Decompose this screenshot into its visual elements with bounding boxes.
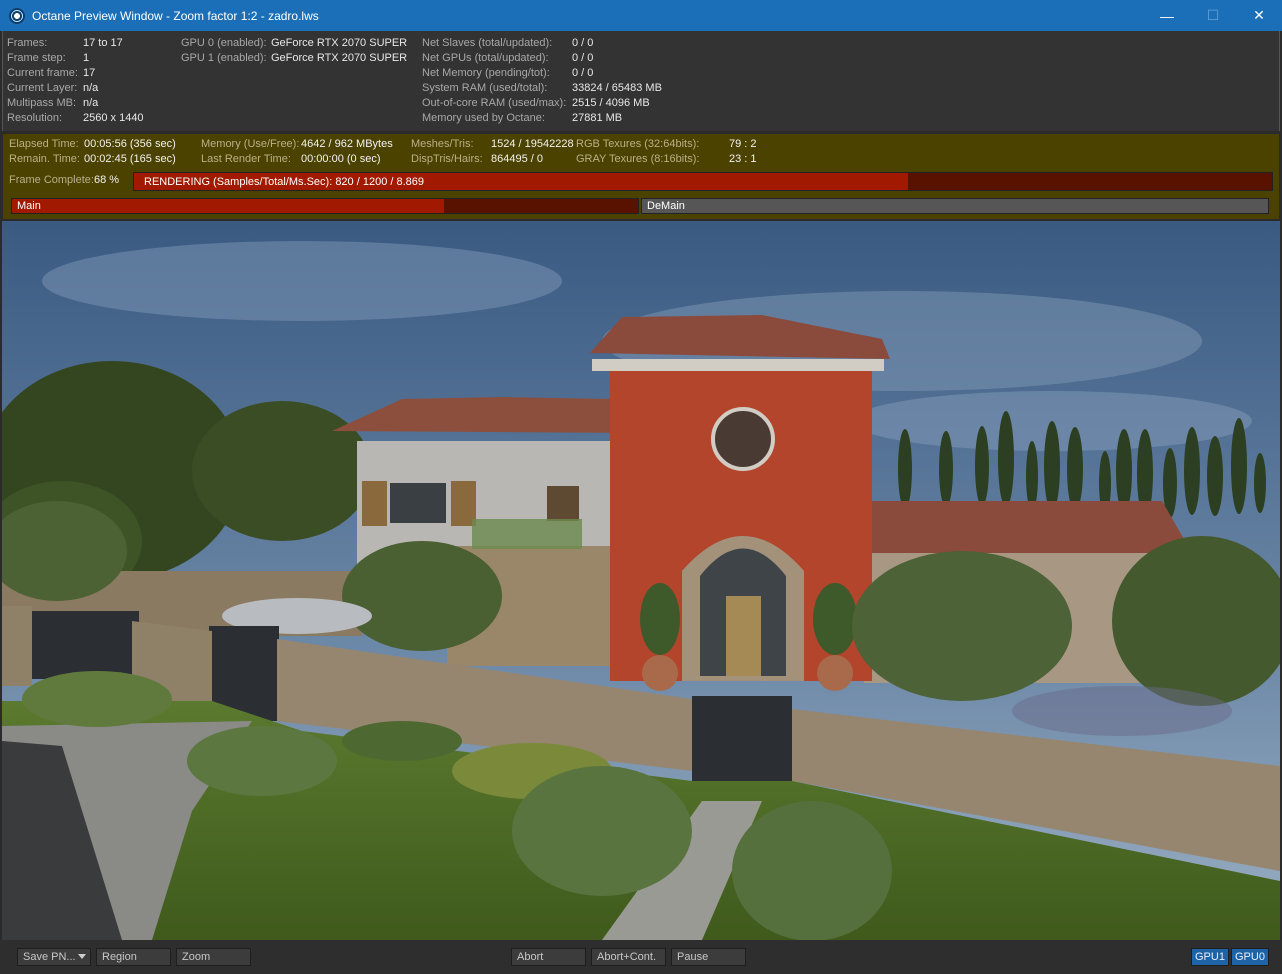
net-gpus-label: Net GPUs (total/updated): — [422, 52, 549, 64]
rgb-textures-label: RGB Texures (32:64bits): — [576, 138, 700, 150]
window-title: Octane Preview Window - Zoom factor 1:2 … — [32, 8, 319, 23]
close-button[interactable]: ✕ — [1236, 0, 1282, 31]
render-info-panel: Frames: 17 to 17 Frame step: 1 Current f… — [2, 31, 1280, 131]
frame-step-label: Frame step: — [7, 52, 66, 64]
remain-value: 00:02:45 (165 sec) — [84, 153, 176, 165]
layer-main-bar: Main — [11, 198, 639, 214]
rendering-status-text: RENDERING (Samples/Total/Ms.Sec): 820 / … — [144, 176, 425, 188]
frame-complete-value: 68 % — [94, 174, 120, 186]
render-stats-panel: Elapsed Time: 00:05:56 (356 sec) Remain.… — [2, 133, 1280, 220]
out-of-core-value: 2515 / 4096 MB — [572, 97, 650, 109]
system-ram-label: System RAM (used/total): — [422, 82, 548, 94]
region-button[interactable]: Region — [96, 948, 171, 966]
remain-label: Remain. Time: — [9, 153, 80, 165]
maximize-button[interactable]: ☐ — [1190, 0, 1236, 31]
pause-button[interactable]: Pause — [671, 948, 746, 966]
gpu0-value: GeForce RTX 2070 SUPER — [271, 37, 408, 49]
disp-tris-value: 864495 / 0 — [491, 153, 543, 165]
meshes-value: 1524 / 19542228 — [491, 138, 574, 150]
gpu1-toggle[interactable]: GPU1 — [1191, 948, 1229, 966]
layer-demain-label: DeMain — [647, 200, 685, 212]
abort-cont-button[interactable]: Abort+Cont. — [591, 948, 666, 966]
multipass-value: n/a — [83, 97, 99, 109]
net-memory-value: 0 / 0 — [572, 67, 594, 79]
net-memory-label: Net Memory (pending/tot): — [422, 67, 550, 79]
frames-value: 17 to 17 — [83, 37, 123, 49]
gray-textures-value: 23 : 1 — [729, 153, 757, 165]
gpu1-label: GPU 1 (enabled): — [181, 52, 267, 64]
bottom-toolbar: Save PN... Region Zoom Abort Abort+Cont.… — [0, 940, 1282, 974]
save-format-select-value: Save PN... — [23, 951, 76, 963]
frame-step-value: 1 — [83, 52, 90, 64]
frames-label: Frames: — [7, 37, 48, 49]
memory-label: Memory (Use/Free): — [201, 138, 300, 150]
gpu0-label: GPU 0 (enabled): — [181, 37, 267, 49]
layer-main-fill — [12, 199, 444, 213]
last-render-label: Last Render Time: — [201, 153, 291, 165]
disp-tris-label: DispTris/Hairs: — [411, 153, 483, 165]
rgb-textures-value: 79 : 2 — [729, 138, 757, 150]
layer-main-label: Main — [17, 200, 41, 212]
elapsed-label: Elapsed Time: — [9, 138, 79, 150]
layer-demain-bar: DeMain — [641, 198, 1269, 214]
resolution-label: Resolution: — [7, 112, 63, 124]
rendered-villa-image — [2, 221, 1280, 940]
current-layer-label: Current Layer: — [7, 82, 78, 94]
resolution-value: 2560 x 1440 — [83, 112, 144, 124]
memory-value: 4642 / 962 MBytes — [301, 138, 393, 150]
octane-memory-label: Memory used by Octane: — [422, 112, 545, 124]
minimize-button[interactable]: — — [1144, 0, 1190, 31]
out-of-core-label: Out-of-core RAM (used/max): — [422, 97, 567, 109]
chevron-down-icon — [78, 954, 86, 959]
save-format-select[interactable]: Save PN... — [17, 948, 91, 966]
system-ram-value: 33824 / 65483 MB — [572, 82, 662, 94]
rendering-progress-bar: RENDERING (Samples/Total/Ms.Sec): 820 / … — [133, 172, 1273, 191]
gray-textures-label: GRAY Texures (8:16bits): — [576, 153, 700, 165]
multipass-label: Multipass MB: — [7, 97, 77, 109]
gpu0-toggle[interactable]: GPU0 — [1231, 948, 1269, 966]
render-preview-view[interactable] — [2, 221, 1280, 940]
octane-app-icon — [9, 7, 25, 24]
frame-complete-label: Frame Complete: — [9, 174, 94, 186]
octane-memory-value: 27881 MB — [572, 112, 623, 124]
elapsed-value: 00:05:56 (356 sec) — [84, 138, 176, 150]
zoom-button[interactable]: Zoom — [176, 948, 251, 966]
gpu1-value: GeForce RTX 2070 SUPER — [271, 52, 408, 64]
net-gpus-value: 0 / 0 — [572, 52, 594, 64]
current-frame-value: 17 — [83, 67, 96, 79]
meshes-label: Meshes/Tris: — [411, 138, 474, 150]
current-layer-value: n/a — [83, 82, 99, 94]
net-slaves-label: Net Slaves (total/updated): — [422, 37, 553, 49]
last-render-value: 00:00:00 (0 sec) — [301, 153, 381, 165]
abort-button[interactable]: Abort — [511, 948, 586, 966]
current-frame-label: Current frame: — [7, 67, 78, 79]
title-bar: Octane Preview Window - Zoom factor 1:2 … — [0, 0, 1282, 31]
net-slaves-value: 0 / 0 — [572, 37, 594, 49]
